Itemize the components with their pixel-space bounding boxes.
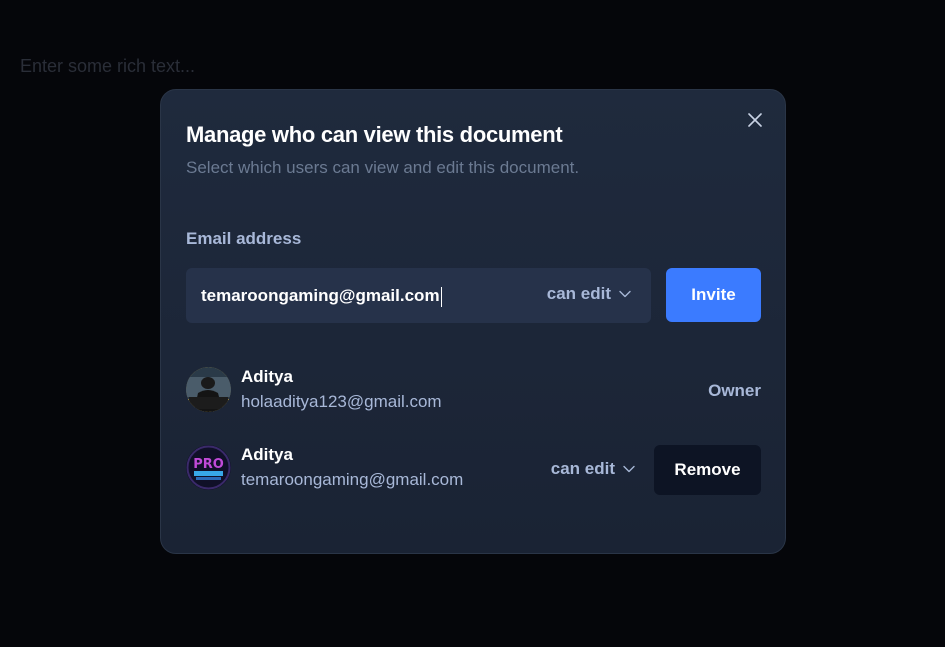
close-icon: [748, 113, 762, 127]
dialog-title: Manage who can view this document: [186, 122, 563, 147]
email-input-value: temaroongaming@gmail.com: [201, 286, 440, 305]
dialog-subtitle: Select which users can view and edit thi…: [186, 158, 580, 177]
user-row: Aditya holaaditya123@gmail.com Owner: [186, 367, 761, 417]
close-button[interactable]: [745, 110, 765, 130]
chevron-down-icon: [619, 290, 631, 298]
owner-badge: Owner: [708, 381, 761, 400]
svg-text:PRO: PRO: [193, 457, 224, 472]
invite-permission-select[interactable]: can edit: [547, 284, 631, 304]
editor-placeholder[interactable]: Enter some rich text...: [20, 56, 195, 77]
user-email: holaaditya123@gmail.com: [241, 392, 442, 411]
invite-button[interactable]: Invite: [666, 268, 761, 322]
chevron-down-icon: [623, 465, 635, 473]
remove-button[interactable]: Remove: [654, 445, 761, 495]
user-permission-select[interactable]: can edit: [551, 459, 635, 479]
avatar: [186, 367, 231, 412]
avatar: PRO: [186, 445, 231, 490]
user-row: PRO Aditya temaroongaming@gmail.com can …: [186, 445, 761, 495]
user-permission-label: can edit: [550, 459, 615, 478]
email-input[interactable]: temaroongaming@gmail.com: [201, 268, 501, 323]
email-label: Email address: [186, 229, 302, 248]
invite-field-group: temaroongaming@gmail.com can edit: [186, 268, 651, 323]
avatar-photo: [186, 367, 231, 412]
avatar-pro-gamer: PRO: [186, 445, 231, 490]
share-dialog: Manage who can view this document Select…: [160, 89, 786, 554]
invite-permission-label: can edit: [546, 284, 611, 303]
user-name: Aditya: [241, 445, 293, 464]
user-email: temaroongaming@gmail.com: [241, 470, 464, 489]
user-name: Aditya: [241, 367, 293, 386]
text-caret: [440, 286, 442, 307]
